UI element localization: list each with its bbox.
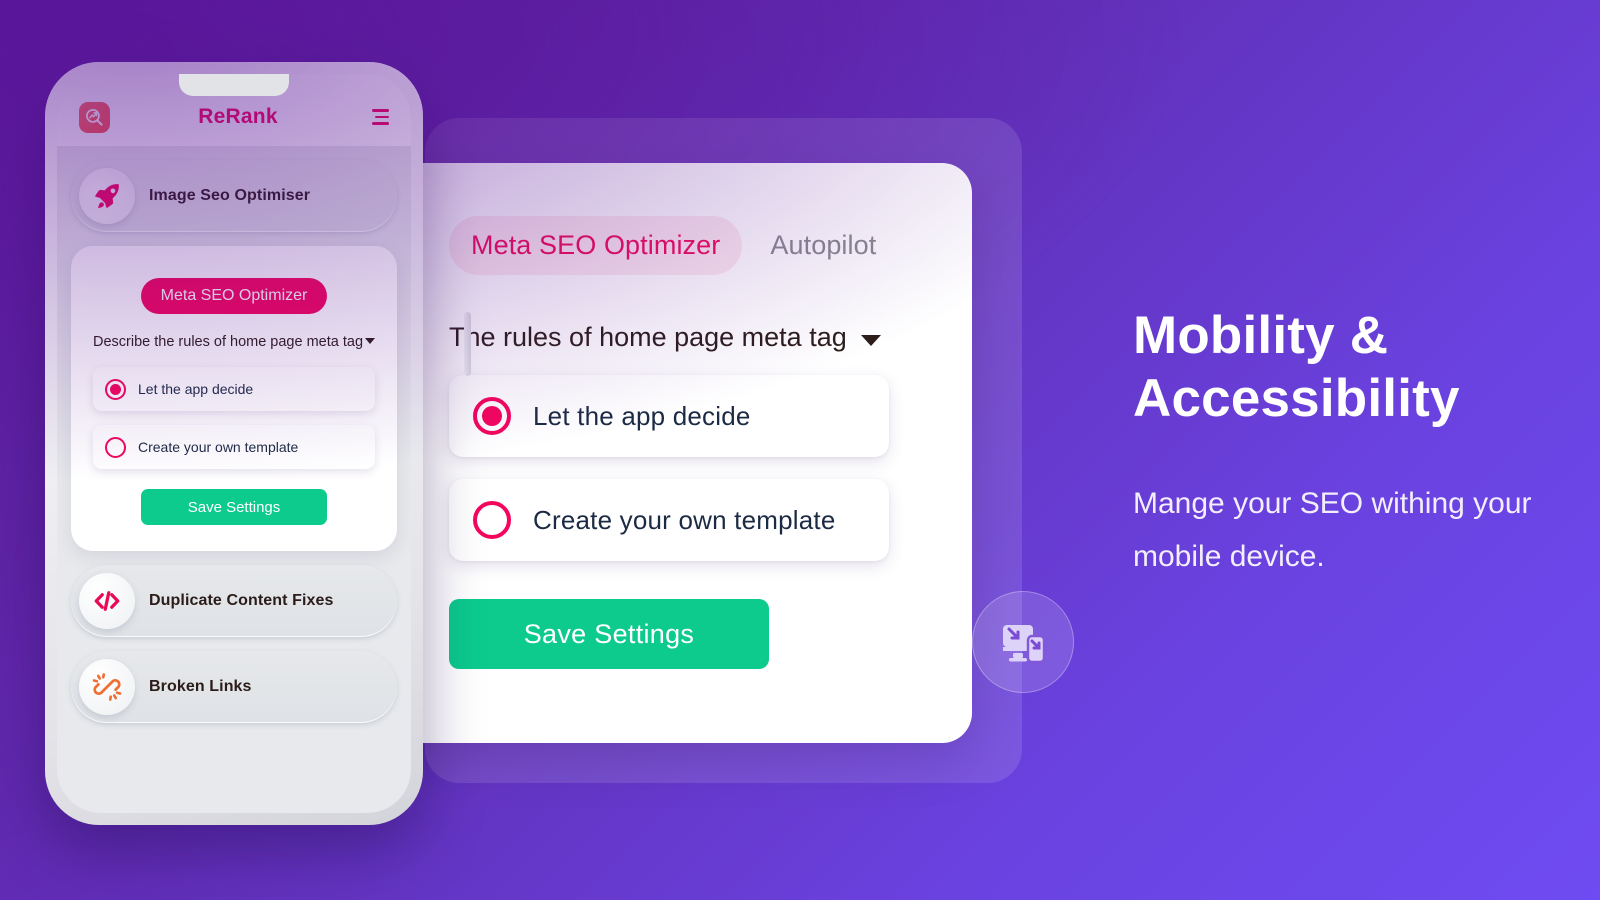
screenshot-stage: Meta SEO Optimizer Autopilot The rules o…	[0, 0, 1600, 900]
responsive-devices-icon	[995, 614, 1051, 670]
tab-autopilot[interactable]: Autopilot	[748, 216, 898, 275]
option-create-your-own-template[interactable]: Create your own template	[93, 425, 375, 470]
panel-tabs: Meta SEO Optimizer Autopilot	[449, 216, 932, 275]
radio-unselected-icon	[105, 436, 126, 458]
broken-link-icon	[79, 659, 135, 716]
option-label: Create your own template	[138, 439, 299, 456]
phone-notch	[179, 74, 289, 96]
radio-selected-icon	[105, 378, 126, 400]
sidebar-item-duplicate-content-fixes[interactable]: Duplicate Content Fixes	[71, 565, 397, 638]
heading-line-2: Accessibility	[1133, 368, 1460, 428]
phone-power-button[interactable]	[464, 312, 471, 376]
sidebar-item-label: Duplicate Content Fixes	[149, 592, 334, 610]
sidebar-item-image-seo-optimiser[interactable]: Image Seo Optimiser	[71, 160, 397, 232]
rules-dropdown-label: The rules of home page meta tag	[449, 322, 847, 352]
option-create-your-own-template[interactable]: Create your own template	[449, 479, 889, 561]
option-let-the-app-decide[interactable]: Let the app decide	[93, 367, 375, 412]
radio-unselected-icon	[473, 501, 511, 539]
card-description-text: Describe the rules of home page meta tag	[93, 334, 364, 350]
heading-line-1: Mobility &	[1133, 306, 1389, 365]
phone-screen: ReRank Image Seo Optimiser Meta SEO Opti…	[57, 74, 411, 813]
chevron-down-icon	[365, 338, 376, 344]
app-body: Image Seo Optimiser Meta SEO Optimizer D…	[57, 146, 411, 813]
save-settings-button[interactable]: Save Settings	[449, 599, 769, 669]
code-brackets-icon	[79, 573, 135, 630]
chevron-down-icon	[860, 335, 881, 346]
sidebar-item-label: Broken Links	[149, 678, 252, 696]
meta-seo-card: Meta SEO Optimizer Describe the rules of…	[71, 246, 397, 552]
radio-selected-icon	[473, 397, 511, 435]
marketing-copy: Mobility & Accessibility Mange your SEO …	[1133, 305, 1553, 583]
app-title: ReRank	[198, 105, 278, 128]
meta-seo-optimizer-pill[interactable]: Meta SEO Optimizer	[140, 278, 328, 314]
page-subtitle: Mange your SEO withing your mobile devic…	[1133, 487, 1532, 573]
hamburger-menu-icon[interactable]	[372, 109, 389, 125]
sidebar-item-label: Image Seo Optimiser	[149, 187, 311, 204]
sidebar-item-broken-links[interactable]: Broken Links	[71, 651, 397, 724]
option-let-the-app-decide[interactable]: Let the app decide	[449, 375, 889, 457]
page-title: Mobility & Accessibility	[1133, 305, 1553, 430]
phone-mockup: ReRank Image Seo Optimiser Meta SEO Opti…	[45, 62, 471, 825]
card-description[interactable]: Describe the rules of home page meta tag	[93, 331, 376, 353]
option-label: Let the app decide	[138, 381, 254, 398]
responsive-badge	[972, 591, 1074, 693]
rocket-icon	[79, 168, 135, 224]
tab-meta-seo-optimizer[interactable]: Meta SEO Optimizer	[449, 216, 743, 275]
save-settings-button[interactable]: Save Settings	[141, 489, 327, 526]
option-label: Let the app decide	[533, 400, 751, 431]
option-label: Create your own template	[533, 504, 836, 535]
rules-dropdown[interactable]: The rules of home page meta tag	[449, 322, 932, 353]
settings-panel: Meta SEO Optimizer Autopilot The rules o…	[394, 163, 972, 743]
